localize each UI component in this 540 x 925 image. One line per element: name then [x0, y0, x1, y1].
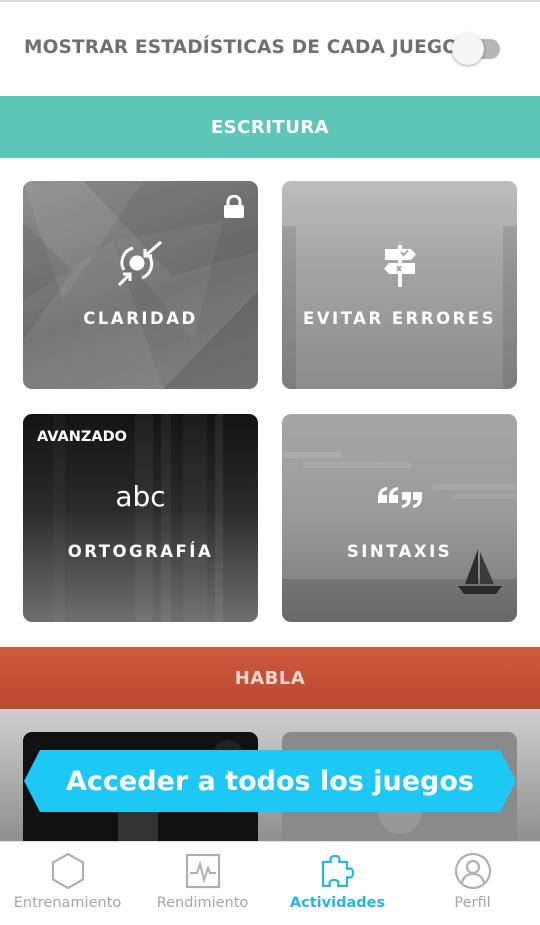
advanced-badge: AVANZADO — [37, 429, 127, 445]
nav-actividades[interactable]: Actividades — [270, 842, 405, 925]
game-card-ortografia[interactable]: AVANZADO abc ORTOGRAFÍA — [23, 414, 258, 622]
game-card-claridad[interactable]: CLARIDAD — [23, 181, 258, 389]
unlock-all-games-button[interactable]: Acceder a todos los juegos — [24, 750, 516, 812]
nav-label: Actividades — [289, 895, 386, 911]
abc-icon: abc — [115, 480, 166, 513]
quotation-marks-icon — [377, 487, 422, 508]
focus-arrows-icon — [117, 240, 162, 287]
nav-label: Perfil — [454, 895, 491, 911]
nav-rendimiento[interactable]: Rendimiento — [135, 842, 270, 925]
show-stats-label: MOSTRAR ESTADÍSTICAS DE CADA JUEGO — [24, 37, 459, 58]
game-card-sintaxis[interactable]: SINTAXIS — [282, 414, 517, 622]
pulse-chart-icon — [185, 853, 220, 889]
show-stats-toggle[interactable] — [452, 32, 502, 66]
game-card-evitar-errores[interactable]: EVITAR ERRORES — [282, 181, 517, 389]
nav-label: Entrenamiento — [13, 895, 122, 911]
puzzle-icon — [321, 854, 354, 888]
sea-background — [282, 452, 517, 622]
toggle-thumb — [452, 33, 484, 65]
nav-label: Rendimiento — [156, 895, 249, 911]
nav-perfil[interactable]: Perfil — [405, 842, 540, 925]
cta-label: Acceder a todos los juegos — [65, 765, 474, 797]
game-title: ORTOGRAFÍA — [67, 542, 214, 561]
lock-icon — [224, 195, 244, 218]
bottom-navigation: Entrenamiento Rendimiento Actividades Pe… — [0, 841, 540, 925]
show-stats-row: MOSTRAR ESTADÍSTICAS DE CADA JUEGO — [0, 2, 540, 96]
app-screen: MOSTRAR ESTADÍSTICAS DE CADA JUEGO ESCRI… — [0, 0, 540, 925]
vertical-stripes-background — [135, 414, 223, 622]
section-header-habla: HABLA — [0, 647, 540, 709]
game-title: CLARIDAD — [83, 309, 198, 328]
section-title-escritura: ESCRITURA — [210, 116, 330, 138]
nav-entrenamiento[interactable]: Entrenamiento — [0, 842, 135, 925]
section-header-escritura: ESCRITURA — [0, 96, 540, 158]
game-title: EVITAR ERRORES — [303, 309, 496, 328]
hexagon-icon — [51, 852, 84, 890]
section-title-habla: HABLA — [234, 667, 306, 689]
signpost-icon — [383, 245, 416, 287]
user-icon — [454, 852, 491, 890]
game-title: SINTAXIS — [346, 542, 453, 561]
